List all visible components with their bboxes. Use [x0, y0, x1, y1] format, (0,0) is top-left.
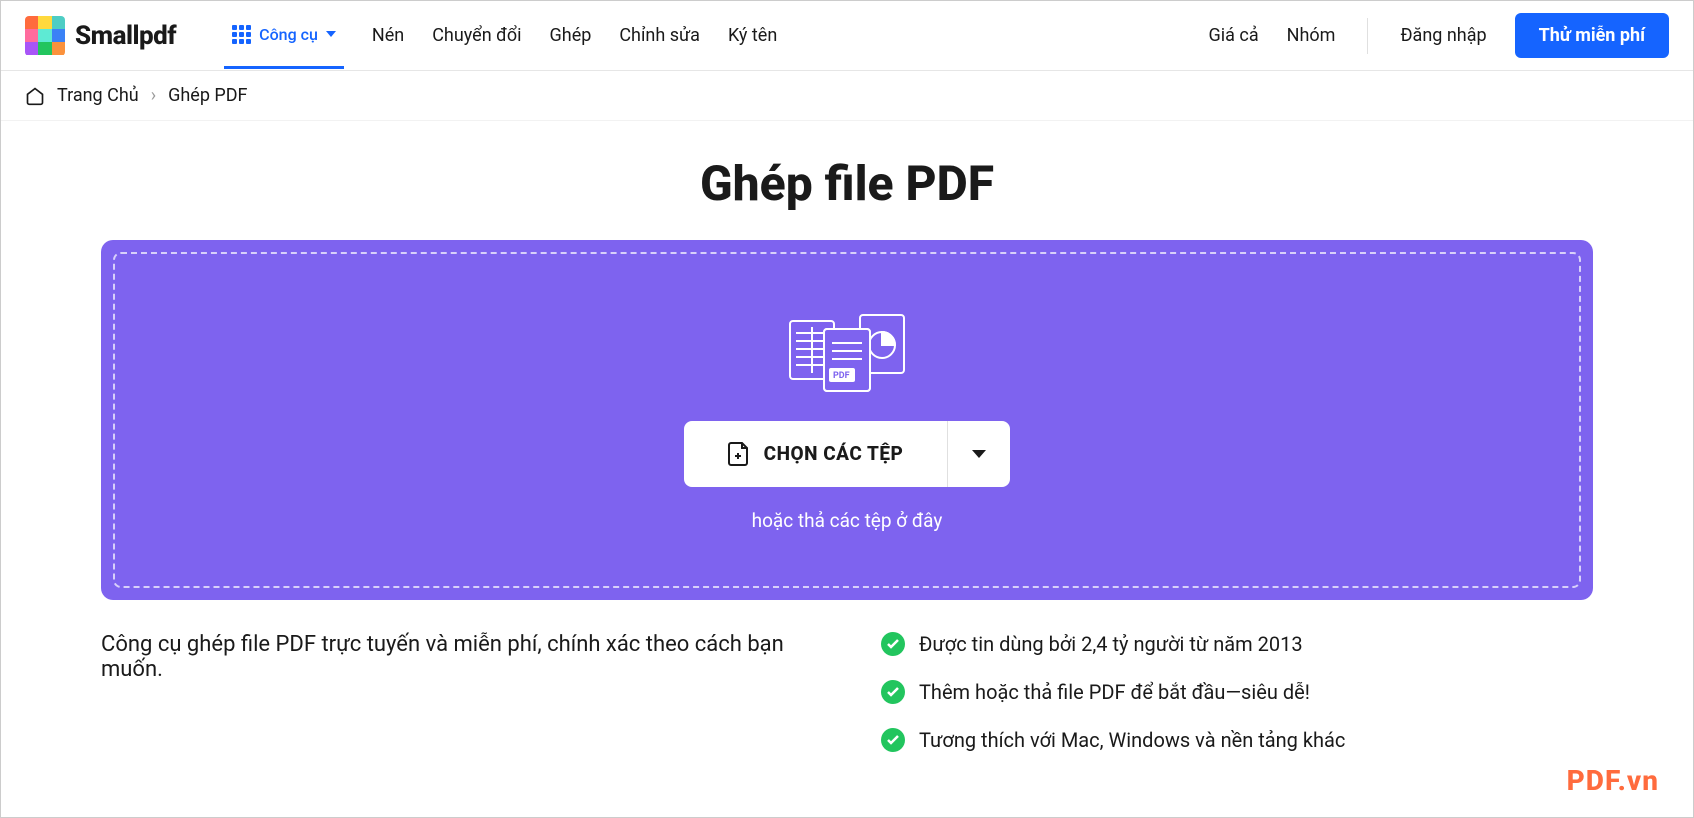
header: Smallpdf Công cụ Nén Chuyển đổi Ghép Chỉ… [1, 1, 1693, 71]
nav-tools-label: Công cụ [259, 25, 318, 44]
try-free-button[interactable]: Thử miễn phí [1515, 13, 1669, 58]
check-icon [881, 680, 905, 704]
nav-tools-dropdown[interactable]: Công cụ [224, 3, 344, 69]
choose-files-more-button[interactable] [947, 421, 1010, 487]
brand-name: Smallpdf [75, 21, 176, 51]
watermark: PDF.vn [1567, 764, 1659, 797]
nav-edit[interactable]: Chỉnh sửa [619, 3, 700, 68]
breadcrumb: Trang Chủ › Ghép PDF [1, 71, 1693, 121]
choose-files-label: CHỌN CÁC TỆP [764, 442, 904, 465]
breadcrumb-home[interactable]: Trang Chủ [57, 85, 139, 106]
nav-login[interactable]: Đăng nhập [1400, 25, 1486, 46]
home-icon [25, 86, 45, 106]
benefit-text: Tương thích với Mac, Windows và nền tảng… [919, 728, 1345, 752]
tagline: Công cụ ghép file PDF trực tuyến và miễn… [101, 632, 821, 752]
check-icon [881, 728, 905, 752]
nav-right: Giá cả Nhóm Đăng nhập Thử miễn phí [1209, 13, 1669, 58]
nav-compress[interactable]: Nén [372, 3, 404, 68]
nav-left: Công cụ Nén Chuyển đổi Ghép Chỉnh sửa Ký… [224, 3, 777, 69]
drop-hint: hoặc thả các tệp ở đây [752, 509, 943, 532]
dropzone[interactable]: PDF CHỌN CÁC TỆP hoặc thả các tệp ở đây [101, 240, 1593, 600]
chevron-down-icon [972, 450, 986, 458]
dropzone-container: PDF CHỌN CÁC TỆP hoặc thả các tệp ở đây [1, 240, 1693, 600]
benefit-text: Được tin dùng bởi 2,4 tỷ người từ năm 20… [919, 632, 1303, 656]
choose-files-button[interactable]: CHỌN CÁC TỆP [684, 421, 948, 487]
benefit-text: Thêm hoặc thả file PDF để bắt đầu—siêu d… [919, 680, 1310, 704]
page-title: Ghép file PDF [1, 155, 1693, 212]
logo-icon [25, 16, 65, 56]
nav-teams[interactable]: Nhóm [1287, 25, 1336, 46]
features-section: Công cụ ghép file PDF trực tuyến và miễn… [1, 600, 1693, 752]
breadcrumb-current: Ghép PDF [168, 85, 247, 106]
file-plus-icon [728, 441, 750, 467]
benefit-item: Thêm hoặc thả file PDF để bắt đầu—siêu d… [881, 680, 1345, 704]
check-icon [881, 632, 905, 656]
benefits-list: Được tin dùng bởi 2,4 tỷ người từ năm 20… [881, 632, 1345, 752]
nav-convert[interactable]: Chuyển đổi [432, 3, 521, 68]
grid-icon [232, 25, 251, 44]
benefit-item: Được tin dùng bởi 2,4 tỷ người từ năm 20… [881, 632, 1345, 656]
nav-sign[interactable]: Ký tên [728, 3, 777, 68]
nav-merge[interactable]: Ghép [550, 3, 592, 68]
chevron-down-icon [326, 31, 336, 37]
files-icon: PDF [782, 309, 912, 399]
dropzone-inner: PDF CHỌN CÁC TỆP hoặc thả các tệp ở đây [113, 252, 1581, 588]
benefit-item: Tương thích với Mac, Windows và nền tảng… [881, 728, 1345, 752]
svg-text:PDF: PDF [833, 371, 850, 381]
breadcrumb-separator: › [151, 85, 156, 106]
divider [1367, 18, 1368, 54]
choose-files-row: CHỌN CÁC TỆP [684, 421, 1011, 487]
logo[interactable]: Smallpdf [25, 16, 176, 56]
nav-pricing[interactable]: Giá cả [1209, 25, 1259, 46]
